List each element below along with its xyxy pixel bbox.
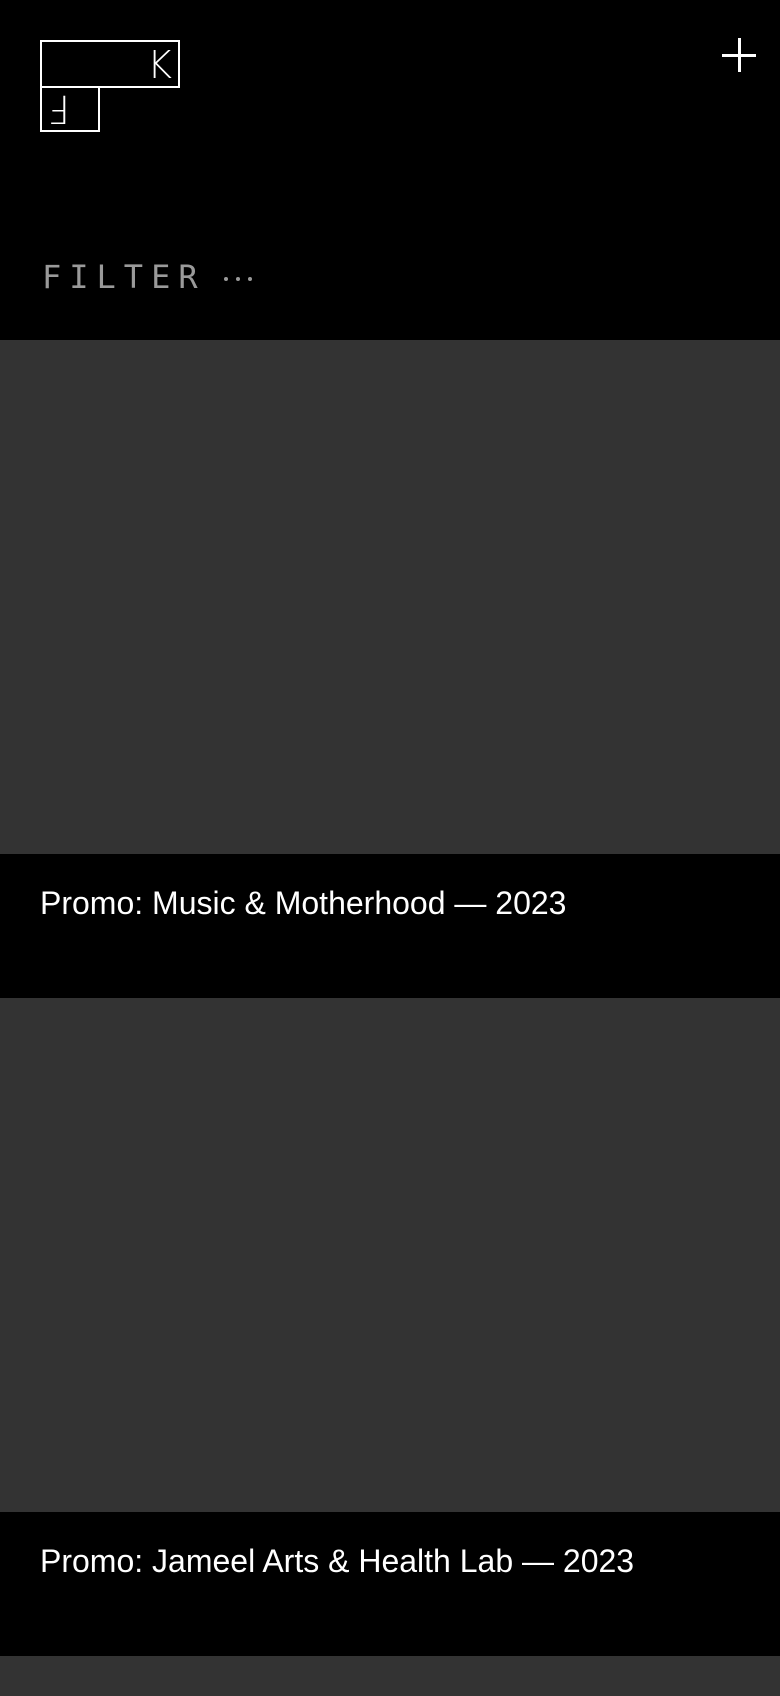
project-title[interactable]: Promo: Music & Motherhood — 2023 <box>40 884 780 922</box>
site-header: K F FILTER <box>0 0 780 340</box>
filter-button[interactable]: FILTER <box>42 258 252 296</box>
filter-label: FILTER <box>42 258 206 296</box>
logo-bottom-box: F <box>40 86 100 132</box>
project-title[interactable]: Promo: Jameel Arts & Health Lab — 2023 <box>40 1542 780 1580</box>
project-list: Promo: Music & Motherhood — 2023 Promo: … <box>0 340 780 1696</box>
next-project-thumbnail[interactable] <box>0 1656 780 1696</box>
project-card[interactable]: Promo: Music & Motherhood — 2023 <box>0 340 780 998</box>
project-caption: Promo: Music & Motherhood — 2023 <box>0 854 780 998</box>
project-thumbnail[interactable] <box>0 340 780 854</box>
plus-icon-vertical <box>738 38 741 72</box>
project-card[interactable]: Promo: Jameel Arts & Health Lab — 2023 <box>0 998 780 1656</box>
site-logo[interactable]: K F <box>40 40 180 134</box>
more-dots-icon <box>223 273 252 281</box>
logo-letter-f: F <box>48 87 70 131</box>
menu-plus-button[interactable] <box>718 34 762 78</box>
logo-letter-k: K <box>147 43 172 87</box>
project-thumbnail[interactable] <box>0 998 780 1512</box>
project-caption: Promo: Jameel Arts & Health Lab — 2023 <box>0 1512 780 1656</box>
logo-top-box: K <box>40 40 180 88</box>
